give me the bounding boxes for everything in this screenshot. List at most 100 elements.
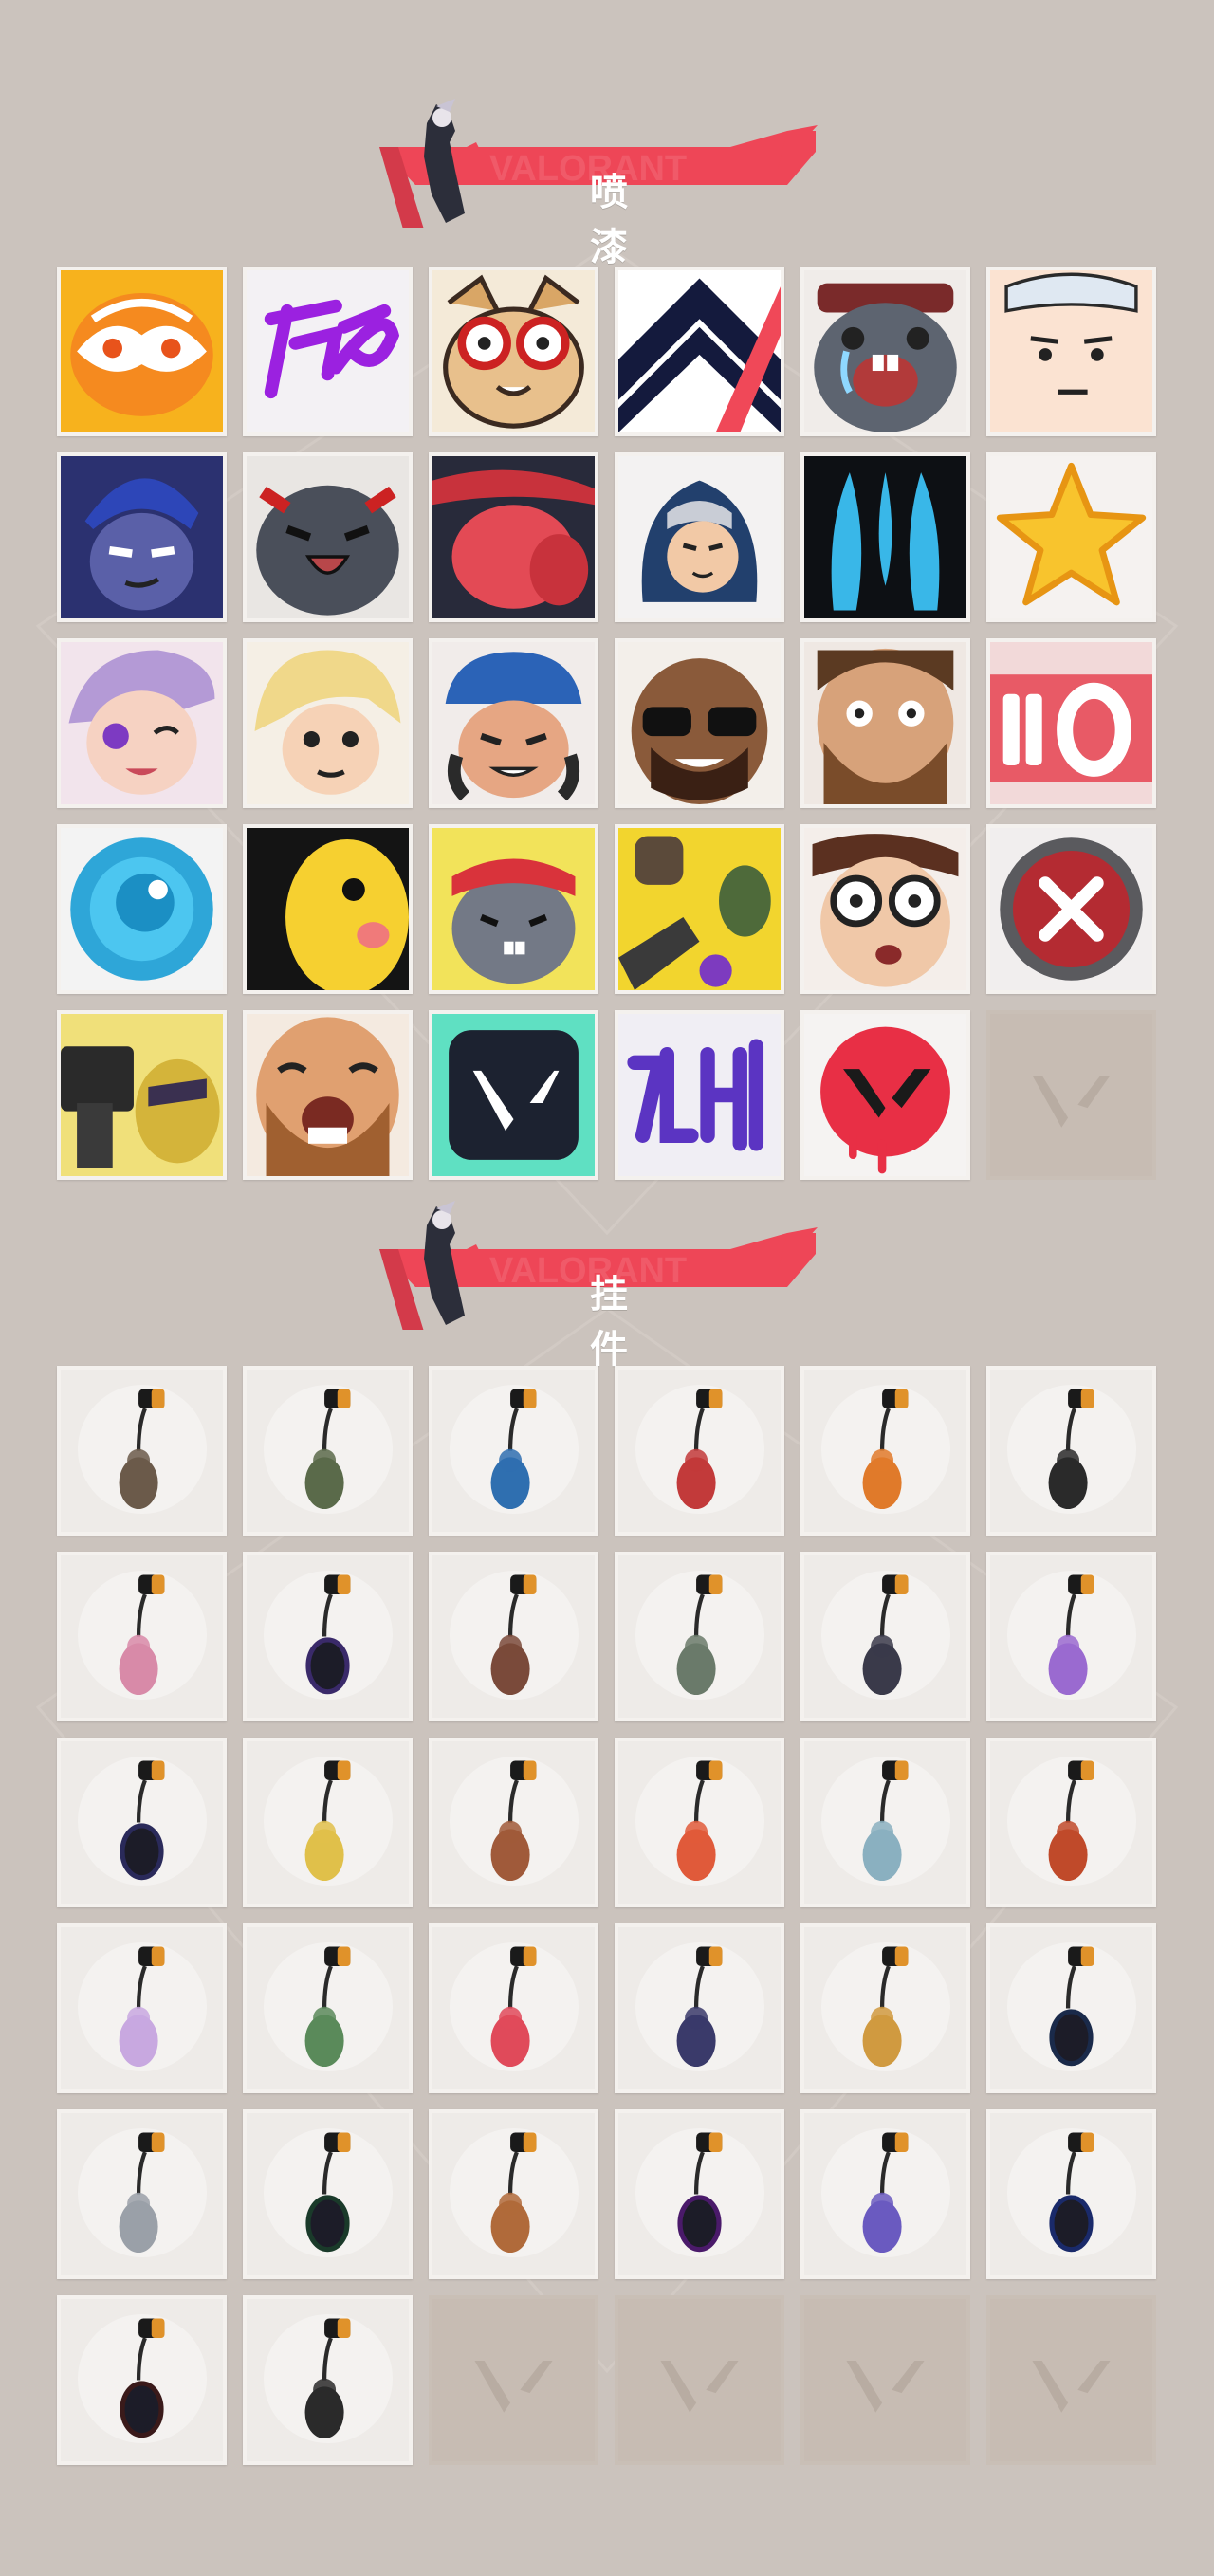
ep9-gold-medal-buddy-icon (1049, 1946, 1094, 2067)
potion-bottle-buddy-icon (490, 2132, 537, 2254)
goggles-cat-spray-icon (432, 270, 595, 432)
spray-tile[interactable] (986, 452, 1156, 622)
purple-scribble-spray-icon (247, 270, 409, 432)
silver-flame-buddy-icon (119, 2132, 165, 2254)
buddy-tile[interactable] (429, 1366, 598, 1536)
empty-slot-icon (846, 2360, 925, 2413)
ep8-purple-medal-buddy-icon (677, 2132, 723, 2253)
buddy-tile[interactable] (243, 1923, 413, 2093)
spray-tile[interactable] (615, 824, 784, 994)
spray-tile[interactable] (800, 638, 970, 808)
spray-tile[interactable] (800, 824, 970, 994)
spray-tile[interactable] (57, 638, 227, 808)
chainsaw-buddy-icon (676, 1389, 723, 1510)
buddies-section-header: VALORANT 挂 件 (370, 1197, 825, 1371)
yellow-bird-spray-icon (247, 828, 409, 990)
buddy-tile[interactable] (243, 1366, 413, 1536)
buddy-tile[interactable] (57, 1552, 227, 1721)
empty-buddy-slot (429, 2295, 598, 2465)
spray-tile[interactable] (615, 638, 784, 808)
spray-tile[interactable] (243, 267, 413, 436)
watermelon-buddy-icon (490, 1946, 537, 2068)
buddy-tile[interactable] (429, 1552, 598, 1721)
buddy-tile[interactable] (615, 2109, 784, 2279)
sprays-grid (57, 267, 1156, 1180)
buddy-tile[interactable] (986, 1366, 1156, 1536)
spray-tile[interactable] (615, 267, 784, 436)
spray-tile[interactable] (615, 1010, 784, 1180)
buddy-tile[interactable] (243, 1552, 413, 1721)
buddy-tile[interactable] (800, 1552, 970, 1721)
spray-tile[interactable] (986, 824, 1156, 994)
sunglasses-agent-spray-icon (618, 642, 781, 804)
spray-tile[interactable] (986, 638, 1156, 808)
lantern-buddy-icon (676, 1946, 723, 2068)
energy-drink-buddy-icon (490, 1389, 537, 1510)
spray-tile[interactable] (57, 824, 227, 994)
bearded-agent-spray-icon (804, 642, 966, 804)
spray-tile[interactable] (429, 452, 598, 622)
beehive-buddy-icon (862, 1946, 909, 2068)
buddy-tile[interactable] (243, 2295, 413, 2465)
spray-tile[interactable] (429, 267, 598, 436)
ep9-medal-buddy-icon (305, 1574, 351, 1695)
spray-tile[interactable] (57, 267, 227, 436)
buddy-tile[interactable] (615, 1738, 784, 1907)
ufo-buddy-icon (862, 2132, 909, 2254)
laughing-bearded-spray-icon (247, 1014, 409, 1176)
empty-spray-slot (986, 1010, 1156, 1180)
buddy-tile[interactable] (57, 1366, 227, 1536)
buddy-tile[interactable] (986, 2109, 1156, 2279)
flame-creature-buddy-icon (862, 1389, 909, 1510)
hooded-agent-spray-icon (618, 456, 781, 618)
ep8-blue-medal-buddy-icon (1049, 2132, 1094, 2253)
buddy-tile[interactable] (986, 1923, 1156, 2093)
buddy-tile[interactable] (243, 2109, 413, 2279)
spray-tile[interactable] (986, 267, 1156, 436)
spray-tile[interactable] (243, 1010, 413, 1180)
buddy-tile[interactable] (57, 2295, 227, 2465)
spray-tile[interactable] (243, 824, 413, 994)
spray-tile[interactable] (800, 452, 970, 622)
spray-tile[interactable] (243, 638, 413, 808)
buddies-grid (57, 1366, 1156, 2465)
canteen-buddy-icon (304, 1389, 351, 1510)
buddy-tile[interactable] (615, 1552, 784, 1721)
spray-tile[interactable] (800, 1010, 970, 1180)
valorant-logo-teal-spray-icon (432, 1014, 595, 1176)
spray-tile[interactable] (800, 267, 970, 436)
spray-tile[interactable] (429, 638, 598, 808)
spray-tile[interactable] (57, 452, 227, 622)
buddy-tile[interactable] (429, 2109, 598, 2279)
buddy-tile[interactable] (615, 1366, 784, 1536)
buddy-tile[interactable] (800, 1366, 970, 1536)
buddy-tile[interactable] (986, 1552, 1156, 1721)
blonde-agent-spray-icon (247, 642, 409, 804)
ep8-green-medal-buddy-icon (305, 2132, 351, 2253)
buddies-title: 挂 件 (590, 1273, 653, 1371)
ep9-pink-medal-buddy-icon (120, 1760, 165, 1881)
buddy-tile[interactable] (429, 1923, 598, 2093)
spray-tile[interactable] (57, 1010, 227, 1180)
spray-tile[interactable] (243, 452, 413, 622)
spray-tile[interactable] (429, 824, 598, 994)
sprays-title: 喷 漆 (590, 171, 653, 269)
spray-tile[interactable] (615, 452, 784, 622)
crying-seal-spray-icon (804, 270, 966, 432)
buddy-tile[interactable] (800, 1738, 970, 1907)
buddy-tile[interactable] (615, 1923, 784, 2093)
empty-buddy-slot (986, 2295, 1156, 2465)
spray-tile[interactable] (429, 1010, 598, 1180)
grenade-explosion-spray-icon (618, 828, 781, 990)
buddy-tile[interactable] (986, 1738, 1156, 1907)
buddy-tile[interactable] (429, 1738, 598, 1907)
buddy-tile[interactable] (57, 1923, 227, 2093)
buddy-tile[interactable] (800, 1923, 970, 2093)
buddy-tile[interactable] (243, 1738, 413, 1907)
buddy-tile[interactable] (800, 2109, 970, 2279)
buddy-tile[interactable] (57, 1738, 227, 1907)
black-rope-buddy-icon (1048, 1389, 1094, 1510)
empty-buddy-slot (615, 2295, 784, 2465)
buddy-tile[interactable] (57, 2109, 227, 2279)
empty-slot-icon (1032, 1075, 1111, 1128)
